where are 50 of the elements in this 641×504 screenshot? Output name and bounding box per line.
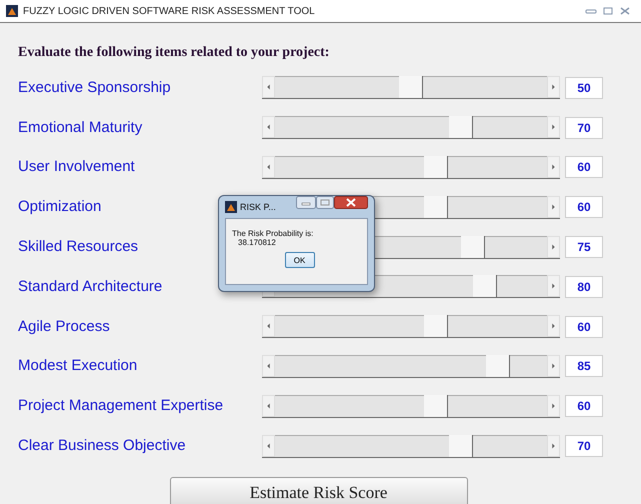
item-label: Standard Architecture bbox=[18, 278, 162, 295]
value-field[interactable]: 60 bbox=[565, 196, 603, 218]
slider-thumb[interactable] bbox=[461, 236, 485, 258]
slider-thumb[interactable] bbox=[424, 156, 448, 178]
value-field[interactable]: 70 bbox=[565, 116, 603, 139]
app-icon bbox=[225, 201, 237, 213]
slider-thumb[interactable] bbox=[399, 76, 423, 98]
slider[interactable] bbox=[262, 394, 560, 418]
value-field[interactable]: 60 bbox=[565, 395, 603, 418]
slider-thumb[interactable] bbox=[424, 394, 448, 417]
value-field[interactable]: 85 bbox=[565, 355, 603, 378]
slider-thumb[interactable] bbox=[424, 315, 448, 338]
slider[interactable] bbox=[262, 315, 560, 338]
maximize-icon[interactable] bbox=[601, 6, 615, 16]
item-label: Executive Sponsorship bbox=[18, 78, 171, 96]
item-label: User Involvement bbox=[18, 158, 135, 176]
estimate-button[interactable]: Estimate Risk Score bbox=[170, 476, 468, 504]
close-icon[interactable] bbox=[334, 196, 368, 209]
value-field[interactable]: 75 bbox=[565, 236, 603, 258]
heading: Evaluate the following items related to your project: bbox=[18, 45, 330, 62]
item-label: Skilled Resources bbox=[18, 238, 138, 256]
slider-thumb[interactable] bbox=[424, 196, 448, 218]
slider[interactable] bbox=[262, 354, 560, 378]
value-field[interactable]: 80 bbox=[565, 276, 603, 298]
dialog-title: RISK P... bbox=[240, 202, 276, 212]
slider-thumb[interactable] bbox=[473, 275, 498, 298]
slider[interactable] bbox=[262, 434, 560, 458]
app-icon bbox=[6, 5, 18, 17]
dialog-message: The Risk Probability is: bbox=[232, 229, 314, 238]
slider[interactable] bbox=[262, 156, 560, 179]
item-label: Emotional Maturity bbox=[18, 118, 142, 136]
slider-thumb[interactable] bbox=[486, 354, 510, 377]
slider[interactable] bbox=[262, 76, 560, 100]
item-label: Modest Execution bbox=[18, 357, 138, 374]
value-field[interactable]: 50 bbox=[565, 76, 603, 99]
minimize-icon[interactable] bbox=[296, 196, 316, 209]
risk-value: 38.170812 bbox=[237, 238, 277, 247]
item-label: Clear Business Objective bbox=[18, 437, 186, 454]
item-label: Optimization bbox=[18, 198, 102, 216]
slider-thumb[interactable] bbox=[448, 116, 473, 138]
window-title: FUZZY LOGIC DRIVEN SOFTWARE RISK ASSESSMENT TOOL bbox=[23, 6, 315, 16]
value-field[interactable]: 60 bbox=[565, 156, 603, 178]
value-field[interactable]: 70 bbox=[565, 435, 603, 458]
slider[interactable] bbox=[262, 116, 560, 140]
slider-thumb[interactable] bbox=[448, 434, 473, 457]
maximize-icon[interactable] bbox=[316, 196, 334, 209]
value-field[interactable]: 60 bbox=[565, 316, 603, 338]
ok-button[interactable]: OK bbox=[284, 252, 314, 268]
item-label: Project Management Expertise bbox=[18, 397, 224, 414]
item-label: Agile Process bbox=[18, 318, 110, 335]
